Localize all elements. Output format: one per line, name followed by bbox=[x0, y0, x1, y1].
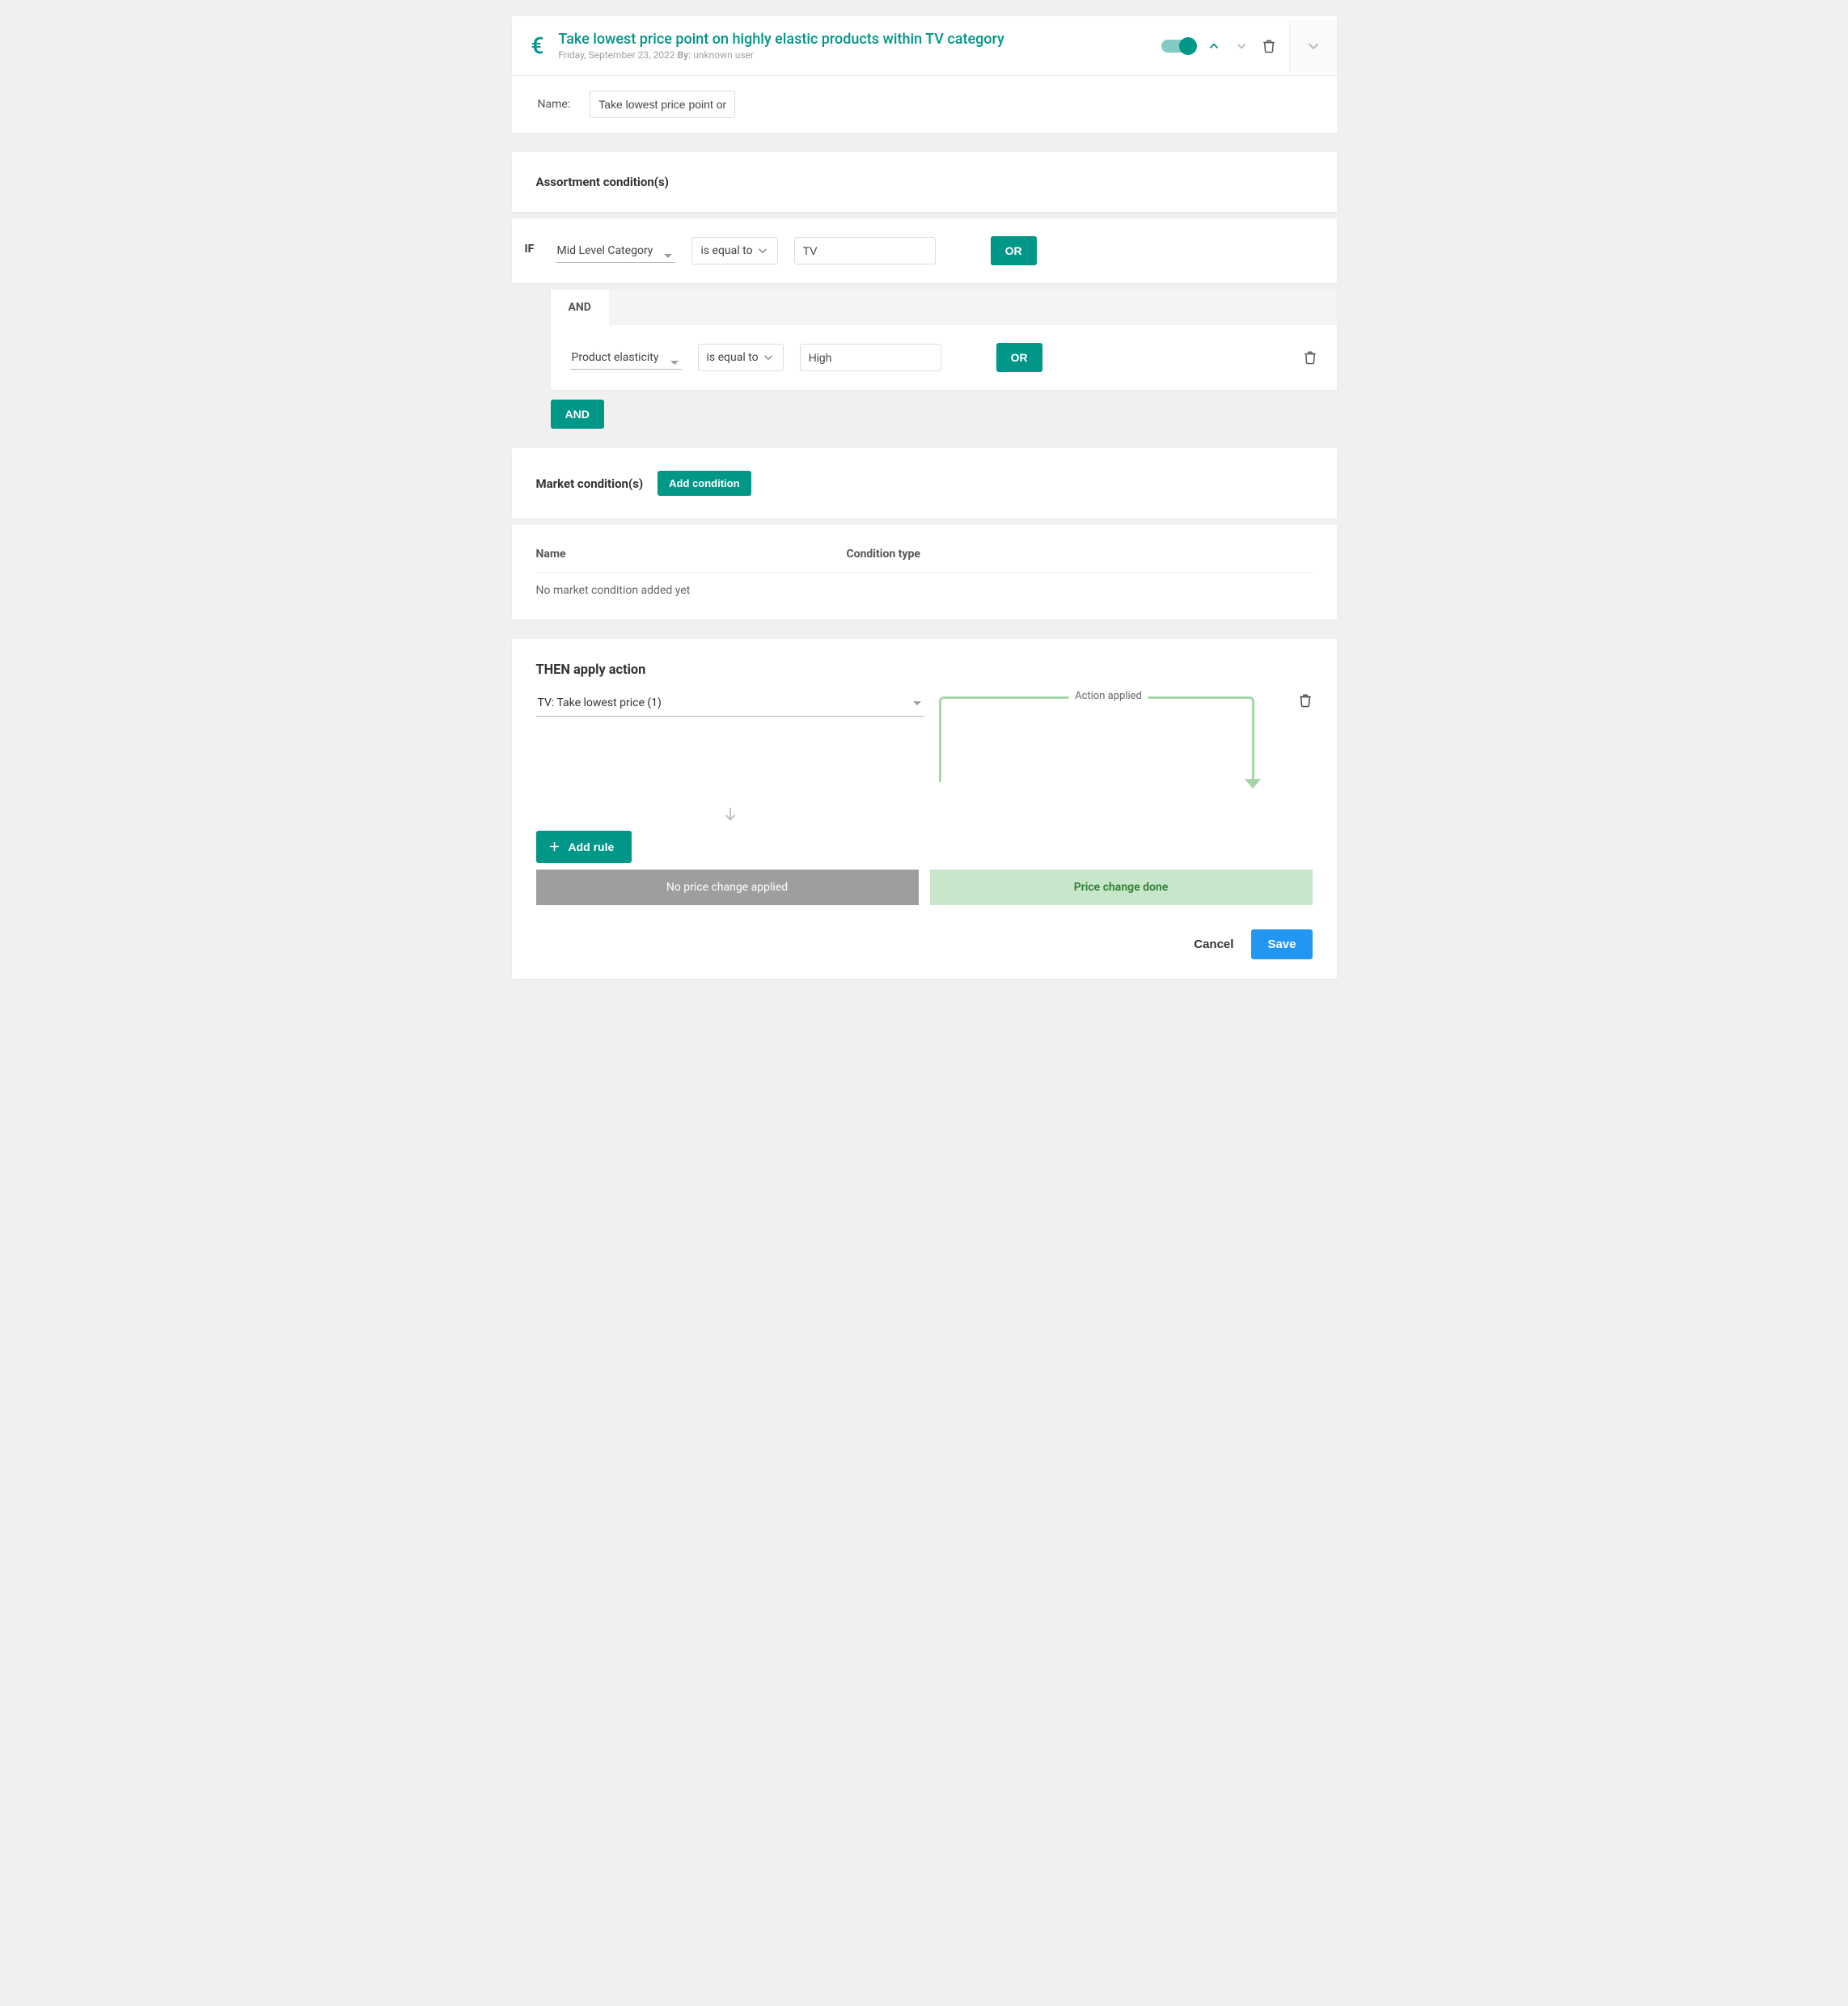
price-change-done-bar: Price change done bbox=[930, 870, 1313, 905]
add-condition-button[interactable]: Add condition bbox=[658, 471, 751, 496]
name-label: Name: bbox=[538, 98, 571, 111]
condition-operator-select[interactable]: is equal to bbox=[691, 244, 777, 257]
action-select-value: TV: Take lowest price (1) bbox=[538, 696, 662, 709]
expand-toggle[interactable] bbox=[1289, 20, 1337, 72]
assortment-section-header: Assortment condition(s) bbox=[512, 152, 1337, 212]
condition-field-select[interactable]: Product elasticity bbox=[570, 351, 682, 364]
delete-condition-button[interactable] bbox=[1303, 350, 1317, 365]
name-row: Name: bbox=[512, 76, 1337, 133]
delete-action-button[interactable] bbox=[1298, 693, 1313, 708]
and-block: AND Product elasticity is equal to OR bbox=[551, 290, 1337, 390]
then-section: THEN apply action TV: Take lowest price … bbox=[512, 639, 1337, 979]
enable-toggle[interactable] bbox=[1161, 40, 1194, 53]
and-tab: AND bbox=[551, 290, 609, 325]
condition-row: Product elasticity is equal to OR bbox=[551, 325, 1337, 390]
move-down-button[interactable] bbox=[1234, 39, 1249, 53]
assortment-title: Assortment condition(s) bbox=[536, 175, 1313, 189]
condition-value-input[interactable] bbox=[794, 237, 936, 265]
if-block: IF Mid Level Category is equal to OR bbox=[512, 218, 1337, 283]
market-col-name: Name bbox=[536, 548, 847, 561]
condition-field-select[interactable]: Mid Level Category bbox=[556, 244, 676, 257]
market-table: Name Condition type No market condition … bbox=[512, 525, 1337, 620]
rule-subtitle: Friday, September 23, 2022 By: unknown u… bbox=[558, 49, 1004, 61]
market-empty-text: No market condition added yet bbox=[536, 573, 1313, 597]
or-button[interactable]: OR bbox=[996, 343, 1042, 372]
market-section-header: Market condition(s) Add condition bbox=[512, 448, 1337, 518]
then-title: THEN apply action bbox=[536, 662, 1313, 677]
rule-date: Friday, September 23, 2022 bbox=[558, 49, 674, 61]
action-select[interactable]: TV: Take lowest price (1) bbox=[536, 693, 924, 717]
action-flow-diagram: Action applied bbox=[939, 693, 1279, 782]
rule-title: Take lowest price point on highly elasti… bbox=[558, 31, 1004, 48]
market-title: Market condition(s) bbox=[536, 476, 644, 491]
by-value: unknown user bbox=[693, 49, 754, 61]
cancel-button[interactable]: Cancel bbox=[1190, 929, 1237, 959]
or-button[interactable]: OR bbox=[991, 236, 1037, 265]
market-col-type: Condition type bbox=[847, 548, 920, 561]
arrowhead-icon bbox=[1245, 779, 1261, 789]
name-input[interactable] bbox=[590, 91, 735, 118]
euro-icon: € bbox=[531, 32, 544, 59]
condition-value-input[interactable] bbox=[800, 344, 941, 371]
by-label: By: bbox=[677, 49, 691, 61]
delete-rule-button[interactable] bbox=[1262, 39, 1276, 53]
condition-operator-select[interactable]: is equal to bbox=[698, 351, 784, 364]
rule-header: € Take lowest price point on highly elas… bbox=[512, 16, 1337, 75]
add-rule-label: Add rule bbox=[569, 840, 615, 853]
move-up-button[interactable] bbox=[1207, 39, 1221, 53]
flow-label: Action applied bbox=[1068, 690, 1148, 702]
if-label: IF bbox=[512, 218, 549, 283]
add-rule-button[interactable]: ＋ Add rule bbox=[536, 831, 632, 863]
no-change-bar: No price change applied bbox=[536, 870, 919, 905]
condition-row: Mid Level Category is equal to OR bbox=[556, 236, 1317, 265]
condition-field-value: Mid Level Category bbox=[556, 239, 676, 263]
save-button[interactable]: Save bbox=[1251, 929, 1312, 959]
condition-field-value: Product elasticity bbox=[570, 346, 682, 370]
plus-icon: ＋ bbox=[549, 839, 560, 855]
and-add-button[interactable]: AND bbox=[551, 400, 604, 429]
down-arrow-icon bbox=[536, 805, 924, 823]
